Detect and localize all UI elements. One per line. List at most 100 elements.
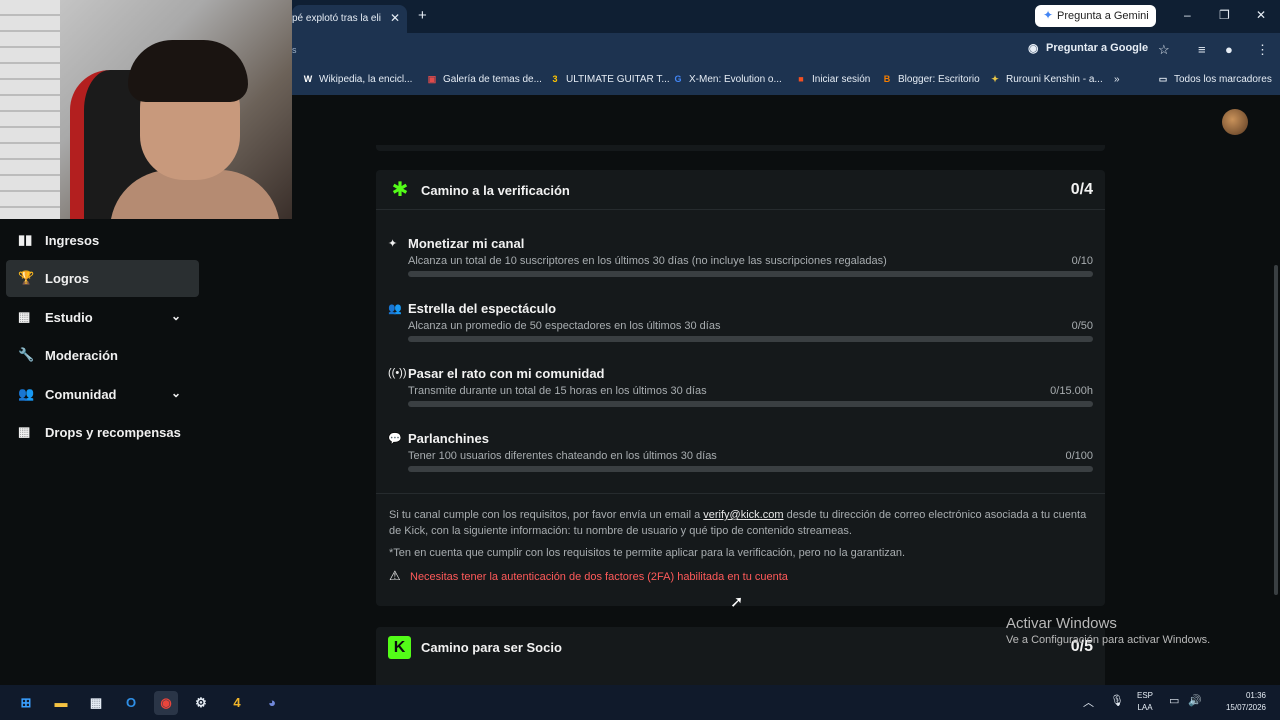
- verification-card: ✱ Camino a la verificación 0/4 ✦ Monetiz…: [376, 170, 1105, 606]
- progress-bar: [408, 271, 1093, 277]
- sidebar-item-label: Estudio: [45, 310, 93, 325]
- outlook-icon[interactable]: O: [119, 691, 143, 715]
- requirement-progress: 0/50: [1071, 320, 1093, 332]
- store-icon[interactable]: ▦: [84, 691, 108, 715]
- gemini-sparkle-icon: ✦: [1043, 8, 1054, 22]
- requirement-title: Estrella del espectáculo: [408, 301, 557, 316]
- requirement-item: 👥 Estrella del espectáculo Alcanza un pr…: [388, 301, 1093, 351]
- address-bar: s ◉ Preguntar a Google ☆ ≡ ● ⋮: [292, 33, 1280, 67]
- sidebar-item-label: Moderación: [45, 348, 118, 363]
- bookmarks-bar: W Wikipedia, la encicl... ▣ Galería de tem…: [292, 67, 1280, 95]
- user-avatar[interactable]: [1222, 109, 1248, 135]
- bookmark-item[interactable]: ▣ Galería de temas de...: [426, 74, 542, 85]
- drops-icon: ▦: [18, 424, 31, 439]
- tray-overflow-icon[interactable]: ︿: [1083, 694, 1094, 710]
- gallery-icon: ▣: [427, 74, 437, 84]
- gemini-button-label: Pregunta a Gemini: [1057, 10, 1149, 22]
- requirement-progress: 0/15.00h: [1050, 385, 1093, 397]
- sidebar-item-ingresos[interactable]: ▮▮ Ingresos: [6, 222, 199, 259]
- community-icon: 👥: [18, 386, 35, 401]
- blogger-icon: B: [883, 74, 891, 84]
- sidebar-item-label: Drops y recompensas: [45, 425, 181, 440]
- twofa-warning: ⚠ Necesitas tener la autenticación de do…: [389, 568, 1094, 585]
- people-icon: 👥: [388, 303, 402, 315]
- requirement-title: Pasar el rato con mi comunidad: [408, 366, 605, 381]
- bookmark-item[interactable]: G X-Men: Evolution o...: [672, 74, 781, 85]
- verified-badge-icon: ✱: [391, 179, 409, 201]
- bookmarks-overflow-icon[interactable]: »: [1114, 74, 1120, 85]
- requirement-progress: 0/10: [1071, 255, 1093, 267]
- trophy-icon: 🏆: [18, 270, 35, 285]
- ultimate-guitar-icon: 3: [552, 74, 558, 84]
- menu-kebab-icon[interactable]: ⋮: [1256, 42, 1269, 58]
- sidebar-item-label: Comunidad: [45, 387, 117, 402]
- volume-icon[interactable]: 🔊: [1188, 694, 1202, 707]
- sidebar-item-moderacion[interactable]: 🔧 Moderación: [6, 337, 199, 374]
- all-bookmarks-button[interactable]: ▭ Todos los marcadores: [1157, 74, 1272, 85]
- restore-button[interactable]: ❐: [1219, 8, 1230, 22]
- partner-card: K Camino para ser Socio 0/5: [376, 627, 1105, 685]
- income-icon: ▮▮: [18, 232, 33, 247]
- verification-info: Si tu canal cumple con los requisitos, p…: [389, 507, 1094, 585]
- requirement-description: Alcanza un promedio de 50 espectadores e…: [408, 320, 721, 332]
- requirement-progress: 0/100: [1065, 450, 1093, 462]
- sidebar-item-estudio[interactable]: ▦ Estudio ⌄: [6, 299, 199, 336]
- bookmark-item[interactable]: W Wikipedia, la encicl...: [302, 74, 413, 85]
- browser-tabbar: pé explotó tras la eli ✕ + ✦ Pregunta a …: [292, 0, 1280, 33]
- studio-icon: ▦: [18, 309, 31, 324]
- requirement-item: ✦ Monetizar mi canal Alcanza un total de…: [388, 236, 1093, 286]
- sidebar-item-comunidad[interactable]: 👥 Comunidad ⌄: [6, 376, 199, 413]
- activate-windows-title: Activar Windows: [1006, 615, 1117, 632]
- sidebar-item-logros[interactable]: 🏆 Logros: [6, 260, 199, 297]
- card-divider: [376, 493, 1105, 494]
- scrollbar-thumb[interactable]: [1274, 265, 1278, 595]
- steam-icon[interactable]: ⚙: [189, 691, 213, 715]
- webcam-shelf: [0, 0, 60, 219]
- profile-icon[interactable]: ●: [1225, 42, 1233, 57]
- verify-email-link[interactable]: verify@kick.com: [703, 509, 783, 521]
- requirement-title: Parlanchines: [408, 431, 489, 446]
- chevron-down-icon[interactable]: ⌄: [171, 386, 181, 400]
- media-control-icon[interactable]: ≡: [1198, 42, 1206, 57]
- sparkle-icon: ✦: [388, 238, 398, 250]
- chevron-down-icon[interactable]: ⌄: [171, 309, 181, 323]
- bookmark-item[interactable]: ✦ Rurouni Kenshin - a...: [989, 74, 1103, 85]
- wrench-icon: 🔧: [18, 347, 35, 362]
- url-fragment[interactable]: s: [292, 45, 297, 55]
- bookmark-item[interactable]: 3 ULTIMATE GUITAR T...: [549, 74, 669, 85]
- file-explorer-icon[interactable]: ▬: [49, 691, 73, 715]
- close-window-button[interactable]: ✕: [1256, 8, 1266, 22]
- bookmark-star-icon[interactable]: ☆: [1158, 42, 1170, 58]
- minimize-button[interactable]: –: [1184, 8, 1191, 22]
- requirement-title: Monetizar mi canal: [408, 236, 525, 251]
- warning-icon: ⚠: [389, 568, 401, 583]
- network-icon[interactable]: ▭: [1169, 694, 1179, 707]
- bookmark-item[interactable]: ■ Iniciar sesión: [795, 74, 870, 85]
- tab-title: pé explotó tras la eli: [292, 13, 381, 24]
- verification-count: 0/4: [1070, 181, 1093, 198]
- browser-tab[interactable]: pé explotó tras la eli ✕: [292, 5, 407, 33]
- system-clock[interactable]: 01:36 15/07/2026: [1212, 690, 1266, 714]
- verification-note: *Ten en cuenta que cumplir con los requi…: [389, 547, 906, 559]
- app-4-icon[interactable]: 4: [225, 691, 249, 715]
- new-tab-button[interactable]: +: [418, 7, 427, 24]
- ask-gemini-button[interactable]: ✦ Pregunta a Gemini: [1035, 5, 1156, 27]
- sidebar-item-label: Ingresos: [45, 233, 100, 248]
- ask-google-label: Preguntar a Google: [1046, 42, 1149, 54]
- chrome-icon[interactable]: ◉: [154, 691, 178, 715]
- discord-icon[interactable]: ◕: [260, 691, 284, 715]
- kick-logo-icon: K: [388, 636, 411, 659]
- ask-google-button[interactable]: ◉ Preguntar a Google: [1028, 41, 1149, 55]
- activate-windows-subtitle: Ve a Configuración para activar Windows.: [1006, 634, 1211, 646]
- windows-start-icon[interactable]: ⊞: [14, 691, 38, 715]
- wikipedia-icon: W: [303, 74, 313, 84]
- requirement-description: Tener 100 usuarios diferentes chateando …: [408, 450, 717, 462]
- microphone-icon[interactable]: 🎙: [1110, 694, 1124, 707]
- bookmark-item[interactable]: B Blogger: Escritorio: [881, 74, 980, 85]
- language-indicator[interactable]: ESP LAA: [1137, 690, 1153, 714]
- requirement-description: Alcanza un total de 10 suscriptores en l…: [408, 255, 887, 267]
- tab-close-icon[interactable]: ✕: [390, 11, 400, 25]
- screen: pé explotó tras la eli ✕ + ✦ Pregunta a …: [0, 0, 1280, 720]
- requirement-item: ((•)) Pasar el rato con mi comunidad Tra…: [388, 366, 1093, 416]
- sidebar-item-drops[interactable]: ▦ Drops y recompensas: [6, 414, 199, 451]
